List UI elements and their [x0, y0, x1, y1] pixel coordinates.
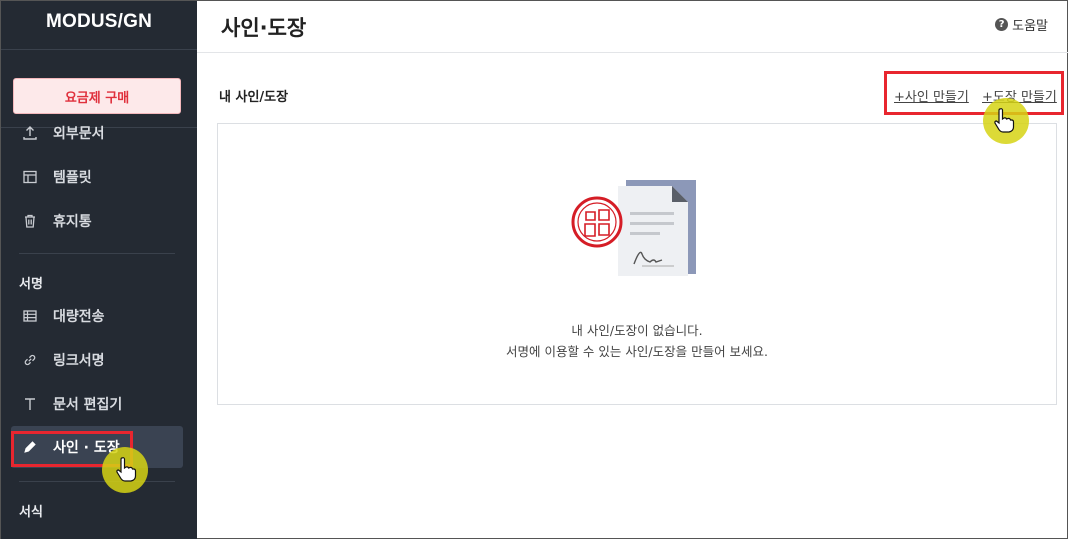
trash-icon: [21, 212, 39, 230]
sidebar-item-label: 템플릿: [53, 170, 92, 186]
sidebar-item-templates[interactable]: 템플릿: [11, 156, 183, 198]
sidebar-item-label: 외부문서: [53, 126, 105, 142]
help-label: 도움말: [1012, 19, 1048, 34]
sidebar-divider: [19, 253, 175, 254]
sidebar-item-label: 링크서명: [53, 353, 105, 369]
section-label-sign: 서명: [19, 277, 43, 292]
page-title: 사인·도장: [221, 16, 307, 40]
sidebar-item-label: 문서 편집기: [53, 397, 123, 413]
page-header: 사인·도장 ? 도움말: [197, 1, 1068, 53]
empty-state-title: 내 사인/도장이 없습니다.: [571, 323, 703, 338]
bulk-send-icon: [21, 307, 39, 325]
link-icon: [21, 351, 39, 369]
upload-icon: [21, 124, 39, 142]
sidebar-divider: [1, 49, 197, 50]
help-button[interactable]: ? 도움말: [995, 15, 1048, 34]
template-icon: [21, 168, 39, 186]
highlight-box-create-links: [884, 71, 1064, 115]
empty-state-illustration: [571, 180, 696, 276]
sidebar-item-trash[interactable]: 휴지통: [11, 200, 183, 242]
empty-state-description: 서명에 이용할 수 있는 사인/도장을 만들어 보세요.: [505, 344, 769, 359]
app-logo[interactable]: MODUS/GN: [1, 1, 197, 43]
sidebar-item-link-sign[interactable]: 링크서명: [11, 339, 183, 381]
hand-cursor-icon: [116, 457, 137, 482]
help-icon: ?: [995, 18, 1009, 31]
sidebar-item-external-docs[interactable]: 외부문서: [11, 112, 183, 154]
sidebar-item-bulk-send[interactable]: 대량전송: [11, 295, 183, 337]
sign-stamp-panel: 내 사인/도장이 없습니다. 서명에 이용할 수 있는 사인/도장을 만들어 보…: [217, 123, 1057, 405]
section-title: 내 사인/도장: [219, 90, 289, 105]
buy-plan-button[interactable]: 요금제 구매: [13, 78, 181, 114]
text-icon: [21, 395, 39, 413]
sidebar-item-label: 대량전송: [53, 309, 105, 325]
sidebar-divider: [19, 481, 175, 482]
sidebar-item-label: 휴지통: [53, 214, 92, 230]
sidebar-item-doc-editor[interactable]: 문서 편집기: [11, 383, 183, 425]
section-label-form: 서식: [19, 505, 43, 520]
hand-cursor-icon: [994, 108, 1015, 133]
